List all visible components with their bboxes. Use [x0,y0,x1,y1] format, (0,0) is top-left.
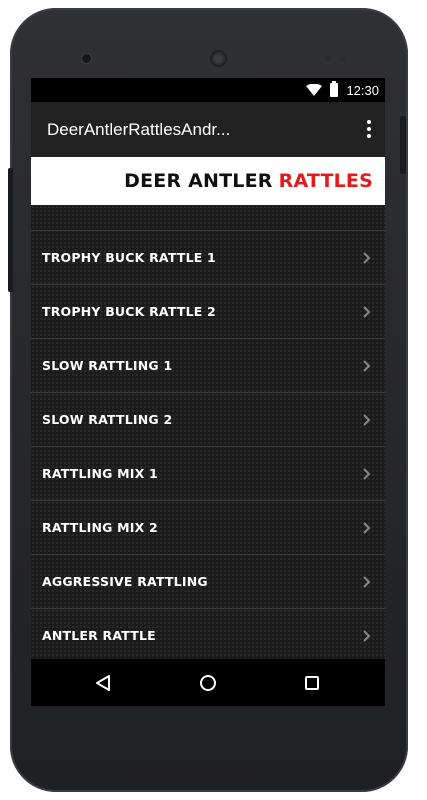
chevron-right-icon [363,252,371,264]
header-banner: DEER ANTLER RATTLES [31,157,385,205]
status-time: 12:30 [346,82,379,98]
front-camera [82,54,91,63]
back-icon [96,675,110,691]
chevron-right-icon [363,414,371,426]
list-spacer [31,205,385,231]
overflow-menu-icon[interactable] [367,120,371,138]
banner-title-black: DEER ANTLER [124,170,273,192]
screen: 12:30 DeerAntlerRattlesAndr... DEER ANTL… [31,78,385,706]
list-item[interactable]: RATTLING MIX 2 [31,501,385,555]
list-item-label: SLOW RATTLING 2 [42,412,173,427]
list-item[interactable]: SLOW RATTLING 2 [31,393,385,447]
list-item[interactable]: AGGRESSIVE RATTLING [31,555,385,609]
app-bar: DeerAntlerRattlesAndr... [31,102,385,157]
list-item-label: RATTLING MIX 2 [42,520,158,535]
list-item[interactable]: RATTLING MIX 1 [31,447,385,501]
chevron-right-icon [363,522,371,534]
chevron-right-icon [363,576,371,588]
chevron-right-icon [363,468,371,480]
banner-title-red: RATTLES [278,170,373,192]
earpiece-speaker [210,50,227,67]
light-sensor [340,56,346,62]
list-item[interactable]: TROPHY BUCK RATTLE 2 [31,285,385,339]
list-item-label: ANTLER RATTLE [42,628,156,643]
list-item-label: TROPHY BUCK RATTLE 1 [42,250,216,265]
list-item[interactable]: SLOW RATTLING 1 [31,339,385,393]
status-bar: 12:30 [31,78,385,102]
back-button[interactable] [89,669,117,697]
chevron-right-icon [363,630,371,642]
list-item-label: AGGRESSIVE RATTLING [42,574,208,589]
power-button [400,116,406,174]
chevron-right-icon [363,306,371,318]
app-title: DeerAntlerRattlesAndr... [47,119,231,139]
home-button[interactable] [194,669,222,697]
list-item[interactable]: TROPHY BUCK RATTLE 1 [31,231,385,285]
list-item[interactable]: ANTLER RATTLE [31,609,385,659]
list-item-label: TROPHY BUCK RATTLE 2 [42,304,216,319]
chevron-right-icon [363,360,371,372]
volume-button [8,168,13,292]
list-item-label: RATTLING MIX 1 [42,466,158,481]
recents-button[interactable] [298,669,326,697]
battery-icon [330,81,339,97]
proximity-sensor [325,56,331,62]
recents-icon [305,676,319,690]
home-icon [200,675,216,691]
sound-list[interactable]: TROPHY BUCK RATTLE 1 TROPHY BUCK RATTLE … [31,205,385,659]
navigation-bar [31,659,385,706]
wifi-icon [306,84,323,96]
list-item-label: SLOW RATTLING 1 [42,358,173,373]
